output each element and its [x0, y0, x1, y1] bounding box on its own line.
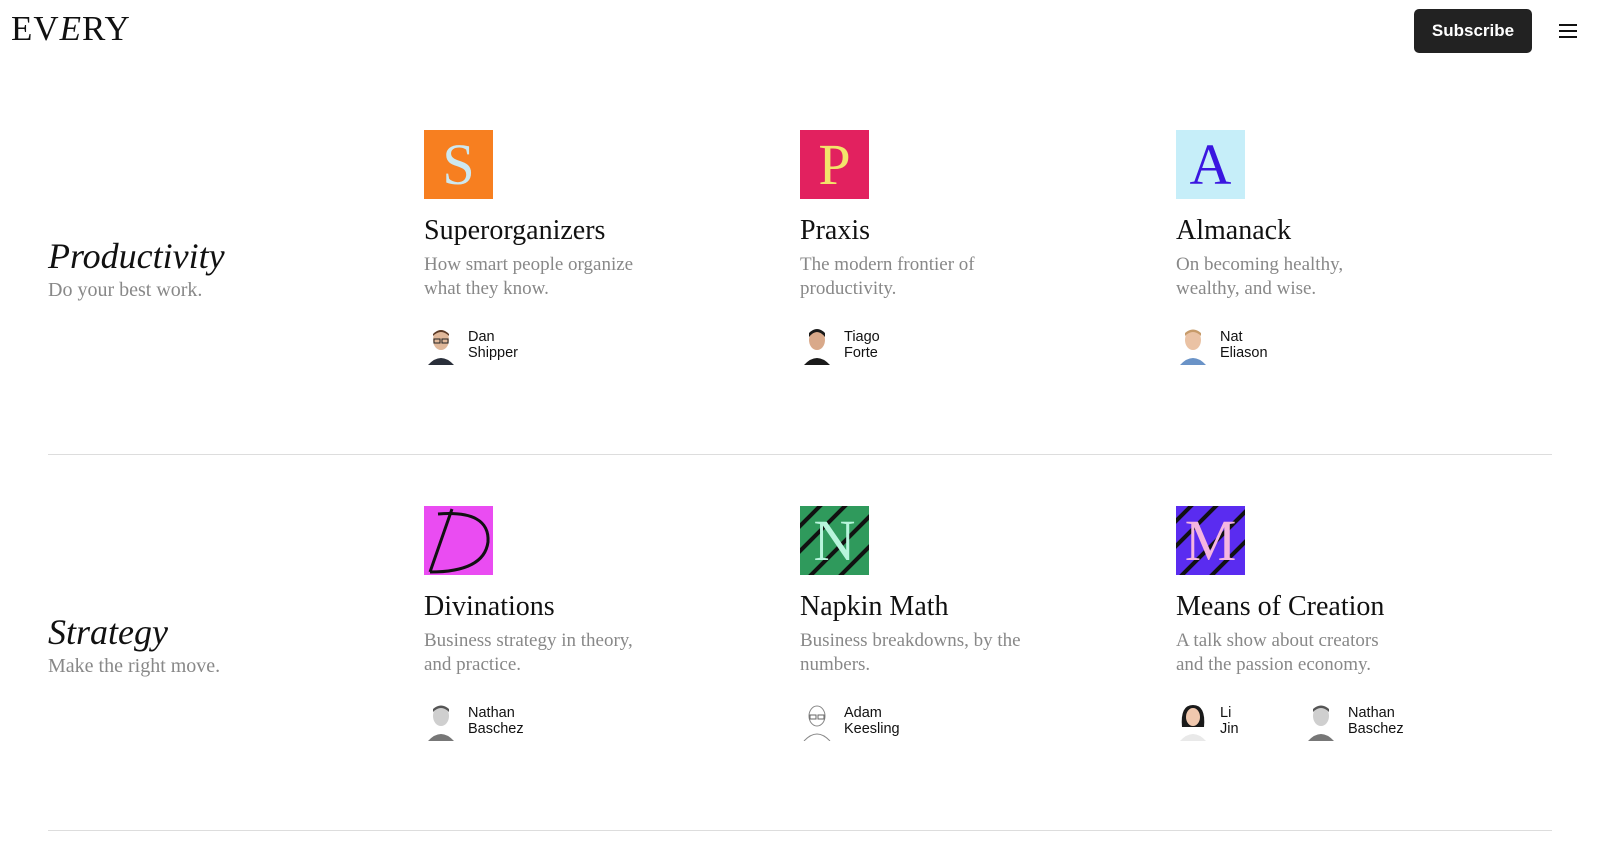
author-name: Nathan Baschez: [468, 705, 524, 737]
author-name: Tiago Forte: [844, 329, 880, 361]
section-title: Strategy: [48, 612, 168, 652]
author-list: Li Jin Nathan Baschez: [1176, 701, 1496, 741]
person-avatar-icon: [803, 705, 831, 741]
author-name: Li Jin: [1220, 705, 1239, 737]
card-description: Business strategy in theory, and practic…: [424, 630, 633, 675]
author-name: Nathan Baschez: [1348, 705, 1404, 737]
card-description: A talk show about creators and the passi…: [1176, 630, 1379, 675]
author-name: Nat Eliason: [1220, 329, 1268, 361]
section-tagline: Make the right move.: [48, 655, 221, 677]
almanack-badge-icon: A: [1176, 130, 1245, 199]
card-title[interactable]: Praxis: [800, 215, 1120, 247]
card-description: On becoming healthy, wealthy, and wise.: [1176, 254, 1344, 299]
logo-part-3: RY: [82, 9, 131, 48]
napkin-math-badge-icon: N: [800, 506, 869, 575]
person-avatar-icon: [1308, 705, 1334, 741]
hamburger-menu-icon[interactable]: [1559, 24, 1577, 38]
author-list: Tiago Forte: [800, 325, 1120, 365]
author-name: Adam Keesling: [844, 705, 900, 737]
means-of-creation-badge-icon: M: [1176, 506, 1245, 575]
praxis-badge-icon: P: [800, 130, 869, 199]
card-title[interactable]: Superorganizers: [424, 215, 744, 247]
author-name: Dan Shipper: [468, 329, 518, 361]
person-avatar-icon: [1180, 705, 1206, 741]
card-title[interactable]: Divinations: [424, 591, 744, 623]
author[interactable]: Nat Eliason: [1176, 325, 1290, 365]
card-napkin-math[interactable]: N Napkin Math Business breakdowns, by th…: [800, 506, 1120, 741]
section-divider: [48, 454, 1552, 455]
author-list: Adam Keesling: [800, 701, 1120, 741]
card-superorganizers[interactable]: S Superorganizers How smart people organ…: [424, 130, 744, 365]
logo-part-1: EV: [11, 9, 60, 48]
superorganizers-badge-icon: S: [424, 130, 493, 199]
author-list: Dan Shipper: [424, 325, 744, 365]
section-title: Productivity: [48, 236, 225, 276]
author-list: Nat Eliason: [1176, 325, 1496, 365]
section-divider: [48, 830, 1552, 831]
card-means-of-creation[interactable]: M Means of Creation A talk show about cr…: [1176, 506, 1496, 741]
card-description: The modern frontier of productivity.: [800, 254, 975, 299]
card-description: Business breakdowns, by the numbers.: [800, 630, 1021, 675]
card-description: How smart people organize what they know…: [424, 254, 634, 299]
subscribe-button[interactable]: Subscribe: [1414, 9, 1532, 53]
author-list: Nathan Baschez: [424, 701, 744, 741]
card-title[interactable]: Napkin Math: [800, 591, 1120, 623]
card-title[interactable]: Almanack: [1176, 215, 1496, 247]
card-divinations[interactable]: Divinations Business strategy in theory,…: [424, 506, 744, 741]
author[interactable]: Adam Keesling: [800, 701, 914, 741]
author[interactable]: Nathan Baschez: [1304, 701, 1418, 741]
author[interactable]: Nathan Baschez: [424, 701, 538, 741]
logo-part-2: E: [59, 9, 83, 48]
author[interactable]: Dan Shipper: [424, 325, 538, 365]
section-heading: Strategy Make the right move.: [48, 612, 220, 678]
person-avatar-icon: [428, 330, 454, 365]
author[interactable]: Li Jin: [1176, 701, 1274, 741]
card-title[interactable]: Means of Creation: [1176, 591, 1496, 623]
person-avatar-icon: [428, 705, 454, 741]
divinations-badge-icon: [424, 506, 493, 575]
section-heading: Productivity Do your best work.: [48, 236, 225, 302]
every-logo[interactable]: EVERY: [11, 7, 131, 51]
person-avatar-icon: [804, 329, 830, 365]
card-praxis[interactable]: P Praxis The modern frontier of producti…: [800, 130, 1120, 365]
author[interactable]: Tiago Forte: [800, 325, 914, 365]
card-almanack[interactable]: A Almanack On becoming healthy, wealthy,…: [1176, 130, 1496, 365]
section-tagline: Do your best work.: [48, 279, 203, 301]
person-avatar-icon: [1180, 329, 1206, 365]
